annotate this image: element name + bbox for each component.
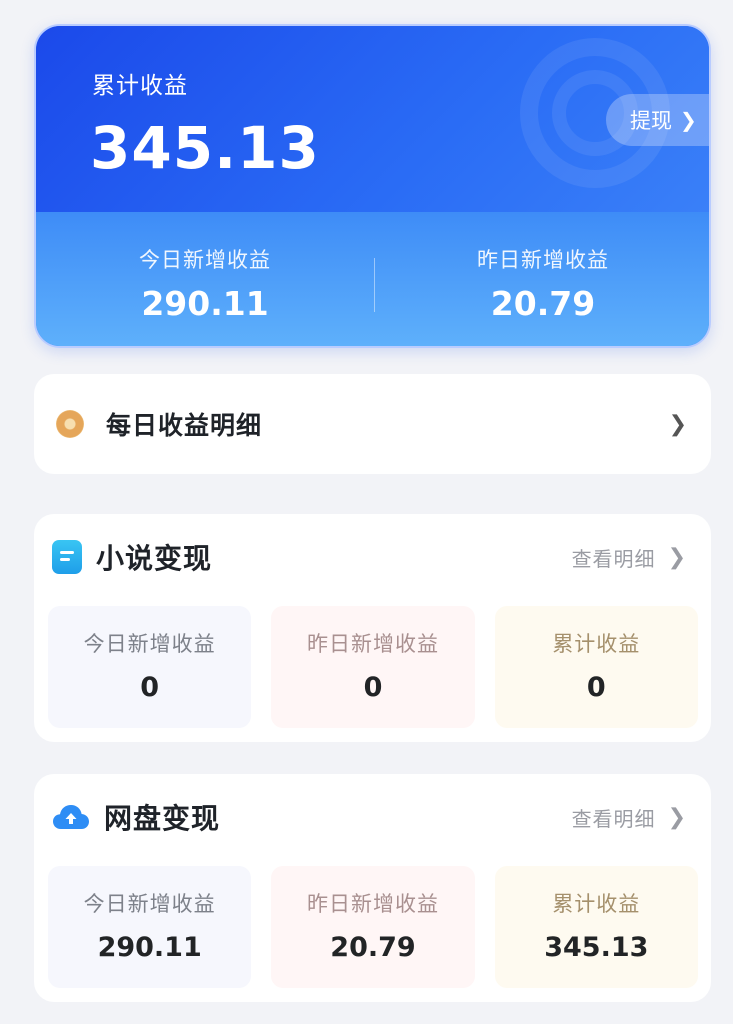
novel-total-tile: 累计收益 0 bbox=[494, 606, 698, 728]
tile-label: 累计收益 bbox=[552, 892, 641, 916]
tile-label: 今日新增收益 bbox=[83, 892, 216, 916]
tile-value: 20.79 bbox=[330, 932, 416, 963]
netdisk-view-details-link[interactable]: 查看明细 ❯ bbox=[572, 803, 687, 832]
withdraw-label: 提现 bbox=[630, 109, 672, 133]
netdisk-total-tile: 累计收益 345.13 bbox=[494, 866, 698, 988]
view-details-label: 查看明细 bbox=[571, 546, 656, 571]
daily-earnings-detail-label: 每日收益明细 bbox=[106, 411, 263, 440]
netdisk-section-header: 网盘变现 查看明细 ❯ bbox=[34, 774, 711, 860]
total-earnings-label: 累计收益 bbox=[92, 73, 188, 99]
netdisk-stats: 今日新增收益 290.11 昨日新增收益 20.79 累计收益 345.13 bbox=[48, 866, 698, 988]
today-earnings: 今日新增收益 290.11 bbox=[36, 244, 374, 323]
yesterday-earnings-value: 20.79 bbox=[490, 284, 596, 323]
chevron-right-icon: ❯ bbox=[668, 411, 687, 437]
tile-label: 昨日新增收益 bbox=[306, 892, 439, 916]
chevron-right-icon: ❯ bbox=[667, 544, 687, 570]
today-earnings-value: 290.11 bbox=[141, 284, 269, 323]
yesterday-earnings-label: 昨日新增收益 bbox=[477, 248, 609, 272]
earnings-page: 累计收益 345.13 提现 ❯ 今日新增收益 290.11 昨日新增收益 20… bbox=[0, 0, 733, 1024]
today-earnings-label: 今日新增收益 bbox=[139, 248, 271, 272]
novel-monetization-card: 小说变现 查看明细 ❯ 今日新增收益 0 昨日新增收益 0 累计收益 0 bbox=[34, 514, 711, 742]
tile-value: 0 bbox=[140, 672, 160, 703]
tile-value: 345.13 bbox=[544, 932, 649, 963]
daily-earnings-detail-row[interactable]: 每日收益明细 ❯ bbox=[34, 374, 711, 474]
chevron-right-icon: ❯ bbox=[667, 804, 687, 830]
novel-today-tile: 今日新增收益 0 bbox=[48, 606, 252, 728]
view-details-label: 查看明细 bbox=[571, 806, 656, 831]
total-earnings-card: 累计收益 345.13 提现 ❯ 今日新增收益 290.11 昨日新增收益 20… bbox=[34, 24, 711, 348]
tile-label: 累计收益 bbox=[552, 632, 641, 656]
yesterday-earnings: 昨日新增收益 20.79 bbox=[374, 244, 709, 323]
chevron-right-icon: ❯ bbox=[680, 108, 697, 132]
novel-stats: 今日新增收益 0 昨日新增收益 0 累计收益 0 bbox=[48, 606, 698, 728]
novel-section-header: 小说变现 查看明细 ❯ bbox=[34, 514, 711, 600]
netdisk-section-title: 网盘变现 bbox=[104, 802, 221, 835]
novel-section-title: 小说变现 bbox=[96, 542, 213, 575]
novel-yesterday-tile: 昨日新增收益 0 bbox=[271, 606, 475, 728]
netdisk-monetization-card: 网盘变现 查看明细 ❯ 今日新增收益 290.11 昨日新增收益 20.79 累… bbox=[34, 774, 711, 1002]
tile-value: 0 bbox=[363, 672, 383, 703]
tile-label: 昨日新增收益 bbox=[306, 632, 439, 656]
withdraw-button[interactable]: 提现 ❯ bbox=[606, 94, 709, 146]
netdisk-today-tile: 今日新增收益 290.11 bbox=[48, 866, 252, 988]
coin-icon bbox=[56, 410, 84, 438]
cloud-upload-icon bbox=[53, 805, 89, 829]
netdisk-yesterday-tile: 昨日新增收益 20.79 bbox=[271, 866, 475, 988]
book-icon bbox=[52, 540, 82, 574]
tile-value: 290.11 bbox=[97, 932, 202, 963]
tile-value: 0 bbox=[586, 672, 606, 703]
total-earnings-value: 345.13 bbox=[90, 114, 320, 182]
novel-view-details-link[interactable]: 查看明细 ❯ bbox=[572, 543, 687, 572]
tile-label: 今日新增收益 bbox=[83, 632, 216, 656]
